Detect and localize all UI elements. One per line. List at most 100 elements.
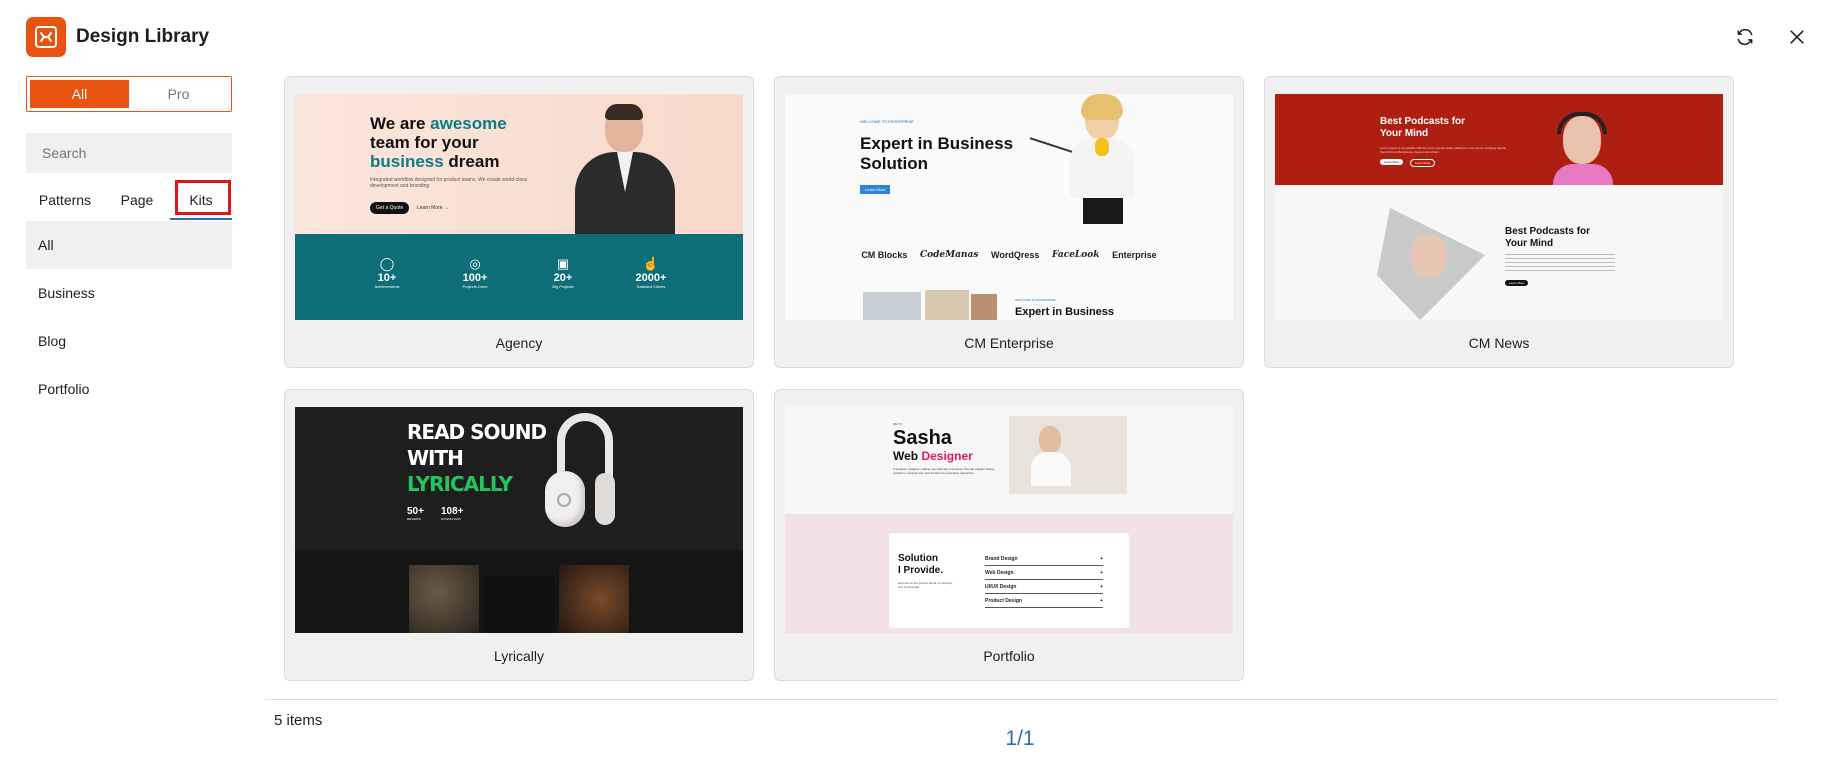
library-tabs: Patterns Page Kits <box>26 180 232 220</box>
preview-text: Projects Done <box>462 284 488 289</box>
preview-text: awesome <box>430 114 507 133</box>
category-blog[interactable]: Blog <box>26 317 232 365</box>
search-input[interactable] <box>42 145 223 161</box>
kit-title: Agency <box>495 335 543 351</box>
kit-preview: READ SOUND WITH LYRICALLY 50+ REVIEWS 10… <box>295 407 743 633</box>
stats-row: ◯ 10+ Achievements ◎ 100+ Projects Done … <box>295 234 743 320</box>
kit-card-portfolio[interactable]: ME TO Sasha Web Designer Freelancer desi… <box>774 389 1244 681</box>
services-list: Brand Design + Web Design + UI/UX Design + … <box>985 552 1103 608</box>
kit-card-cm-news[interactable]: Best Podcasts for Your Mind Lorem ipsum … <box>1264 76 1734 368</box>
kit-title: CM News <box>1468 335 1530 351</box>
kit-preview: WELCOME TO ENTERPRISE Expert in Business… <box>785 94 1233 320</box>
search-box <box>26 133 232 173</box>
kit-title: Portfolio <box>983 648 1035 664</box>
preview-text: Best Podcasts for <box>1380 116 1466 127</box>
preview-text: REVIEWS <box>407 517 421 521</box>
person-photo <box>1029 94 1155 224</box>
preview-text: Solution <box>860 154 928 173</box>
tab-label: Patterns <box>38 192 92 208</box>
preview-text: Big Projects <box>552 284 574 289</box>
close-button[interactable] <box>1784 24 1810 50</box>
preview-text: ME TO <box>893 422 903 426</box>
tab-label: Page <box>120 192 154 208</box>
preview-text: Designer <box>921 449 973 463</box>
preview-text: READ SOUND <box>407 420 547 444</box>
preview-text: 108+ <box>441 506 464 517</box>
preview-text: Expert in Business <box>1015 306 1115 318</box>
preview-text: Achievements <box>374 284 400 289</box>
preview-text: CodeManas <box>919 250 979 260</box>
category-portfolio[interactable]: Portfolio <box>26 365 232 413</box>
preview-text: Get a Quote <box>370 202 410 214</box>
preview-text: 20+ <box>553 272 573 284</box>
preview-text: UI/UX Design <box>985 583 1017 590</box>
tab-page[interactable]: Page <box>104 180 170 220</box>
preview-text: Learn More <box>1505 280 1529 286</box>
category-list: All Business Blog Portfolio <box>26 221 232 413</box>
preview-text: Brand Design <box>985 555 1018 562</box>
item-count: 5 items <box>274 712 323 729</box>
tab-patterns[interactable]: Patterns <box>26 180 104 220</box>
footer-divider <box>265 699 1778 700</box>
kit-card-lyrically[interactable]: READ SOUND WITH LYRICALLY 50+ REVIEWS 10… <box>284 389 754 681</box>
preview-text: Expert in Business <box>860 134 1014 153</box>
preview-text: Integrated workflow designed for product… <box>370 177 528 189</box>
preview-text: dream <box>443 152 500 171</box>
preview-text: CM Blocks <box>861 250 908 260</box>
preview-text: Learn More <box>860 185 891 194</box>
preview-text: 100+ <box>462 272 488 284</box>
library-logo-icon <box>26 17 66 57</box>
preview-text: Learn More → <box>417 205 449 211</box>
kit-preview: ME TO Sasha Web Designer Freelancer desi… <box>785 407 1233 633</box>
preview-text: team for your <box>370 133 479 152</box>
refresh-icon <box>1737 28 1753 46</box>
preview-text: Your Mind <box>1380 128 1429 139</box>
free-pro-toggle: All Pro <box>26 76 232 112</box>
category-business[interactable]: Business <box>26 269 232 317</box>
person-photo <box>565 104 685 234</box>
filter-all-button[interactable]: All <box>30 80 129 108</box>
preview-text: WELCOME TO ENTERPRISE <box>860 119 914 124</box>
preview-text: Sasha <box>893 427 952 449</box>
preview-text: LYRICALLY <box>407 472 513 496</box>
preview-text: Product Design <box>985 597 1022 604</box>
preview-text: Your Mind <box>1505 238 1554 249</box>
filter-pro-button[interactable]: Pro <box>129 80 228 108</box>
highlight-box <box>175 180 231 215</box>
preview-text: Best Podcasts for <box>1505 226 1591 237</box>
preview-text: Web Design <box>985 569 1014 576</box>
preview-text: Lorem ipsum is compatible with the most … <box>1380 146 1507 154</box>
kit-preview: We are awesome team for your business dr… <box>295 94 743 320</box>
kit-card-agency[interactable]: We are awesome team for your business dr… <box>284 76 754 368</box>
preview-text: business <box>370 152 444 171</box>
preview-text: Web <box>893 449 922 463</box>
app-title: Design Library <box>76 26 210 47</box>
design-library-modal: Design Library All Pro Patterns Page Kit… <box>0 0 1823 773</box>
preview-text: 50+ <box>407 506 424 517</box>
preview-text: Learn More <box>1410 159 1436 167</box>
kit-preview: Best Podcasts for Your Mind Lorem ipsum … <box>1275 94 1723 320</box>
preview-text: Enterprise <box>1112 250 1157 260</box>
tab-kits[interactable]: Kits <box>170 180 232 220</box>
kit-card-cm-enterprise[interactable]: WELCOME TO ENTERPRISE Expert in Business… <box>774 76 1244 368</box>
preview-text: WITH <box>407 446 464 470</box>
preview-text: Freelancer designer crafting user-friend… <box>893 467 995 475</box>
preview-text: We are <box>370 114 431 133</box>
preview-text: 10+ <box>377 272 397 284</box>
preview-text: DOWNLOADS <box>441 517 461 521</box>
brand-row: CM Blocks CodeManas WordQress FaceLook E… <box>785 250 1233 260</box>
pagination[interactable]: 1/1 <box>975 727 1065 751</box>
refresh-button[interactable] <box>1732 24 1758 50</box>
kit-title: CM Enterprise <box>964 335 1054 351</box>
preview-text: Experience the perfect blend of creativi… <box>898 581 953 589</box>
kit-title: Lyrically <box>493 648 545 664</box>
close-icon <box>1790 30 1804 44</box>
person-photo <box>1009 416 1127 494</box>
preview-text: Learn More <box>1380 159 1404 165</box>
person-photo <box>1543 108 1623 185</box>
category-all[interactable]: All <box>26 221 232 269</box>
preview-text: Solution <box>898 553 938 564</box>
preview-text: FaceLook <box>1051 250 1100 260</box>
preview-text: 2000+ <box>635 272 667 284</box>
preview-text: Satisfied Clients <box>636 284 666 289</box>
